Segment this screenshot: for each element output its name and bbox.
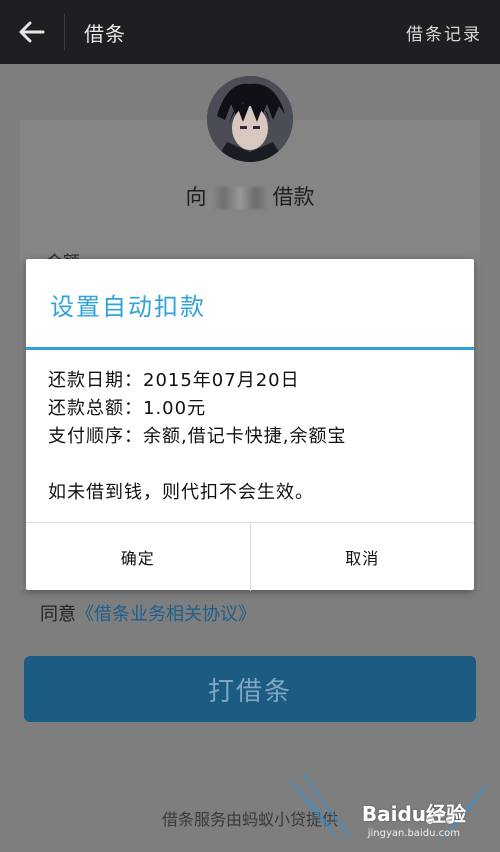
borrow-suffix: 借款 <box>272 185 315 209</box>
agree-prefix: 同意 <box>40 604 76 625</box>
page-title: 借条 <box>84 22 126 46</box>
dialog-note: 如未借到钱，则代扣不会生效。 <box>48 482 314 503</box>
repayment-total: 还款总额：1.00元 <box>48 398 207 419</box>
back-button[interactable] <box>14 14 50 50</box>
repayment-date: 还款日期：2015年07月20日 <box>48 370 300 391</box>
borrow-prefix: 向 <box>185 185 207 209</box>
watermark-brand: Baidu经验 <box>361 802 466 826</box>
arrow-left-icon <box>19 21 45 43</box>
top-bar: 借条 借条记录 <box>0 0 500 64</box>
confirm-button[interactable]: 确定 <box>26 523 250 591</box>
topbar-divider <box>64 14 65 50</box>
agreement-link[interactable]: 《借条业务相关协议》 <box>76 604 256 625</box>
avatar <box>207 76 293 162</box>
agreement-line: 同意《借条业务相关协议》 <box>40 600 256 626</box>
dialog-actions: 确定 取消 <box>26 522 474 591</box>
auto-deduct-dialog: 设置自动扣款 还款日期：2015年07月20日 还款总额：1.00元 支付顺序：… <box>26 259 474 591</box>
baidu-watermark: Baidu经验 jingyan.baidu.com <box>280 770 496 850</box>
blurred-username <box>208 187 271 209</box>
dialog-title: 设置自动扣款 <box>50 293 206 321</box>
submit-iou-button[interactable]: 打借条 <box>24 656 476 722</box>
records-link[interactable]: 借条记录 <box>406 20 482 45</box>
watermark-url: jingyan.baidu.com <box>367 828 460 839</box>
borrow-to-line: 向 借款 <box>0 181 500 211</box>
payment-order: 支付顺序：余额,借记卡快捷,余额宝 <box>48 426 347 447</box>
cancel-button[interactable]: 取消 <box>249 523 475 591</box>
dialog-divider <box>26 347 474 350</box>
dialog-body: 还款日期：2015年07月20日 还款总额：1.00元 支付顺序：余额,借记卡快… <box>48 367 346 507</box>
